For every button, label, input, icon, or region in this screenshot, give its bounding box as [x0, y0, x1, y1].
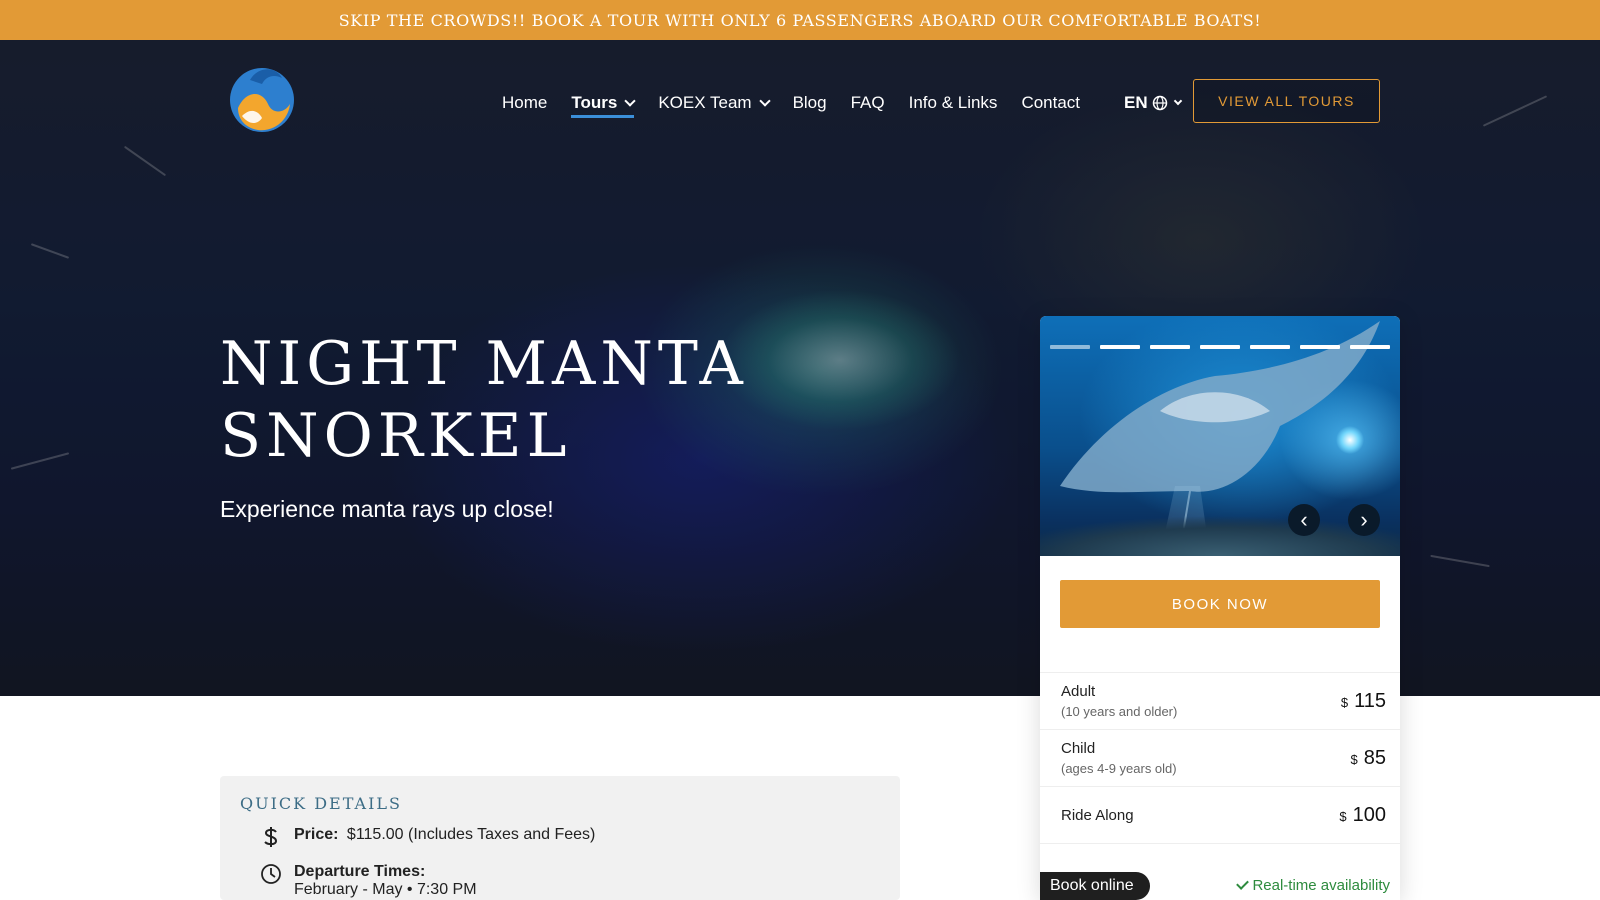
- dollar-icon: [260, 826, 282, 848]
- price-row-ride-along: Ride Along $ 100: [1040, 787, 1400, 844]
- currency-symbol: $: [1339, 808, 1347, 824]
- clock-icon: [260, 863, 282, 885]
- nav-item-info-links[interactable]: Info & Links: [909, 93, 998, 113]
- chevron-left-icon: ‹: [1300, 507, 1308, 532]
- nav-item-blog[interactable]: Blog: [793, 93, 827, 113]
- price-value: 100: [1352, 803, 1386, 826]
- slide-indicator[interactable]: [1300, 345, 1340, 349]
- nav-item-contact[interactable]: Contact: [1021, 93, 1080, 113]
- nav-label: Contact: [1021, 93, 1081, 112]
- quick-detail-price: Price: $115.00 (Includes Taxes and Fees): [260, 826, 595, 848]
- price-detail-value: $115.00 (Includes Taxes and Fees): [346, 826, 596, 843]
- reef-background: [1040, 496, 1400, 556]
- nav-label: KOEX Team: [658, 93, 752, 112]
- price-value: 115: [1354, 689, 1386, 712]
- quick-detail-departure: Departure Times: February - May • 7:30 P…: [260, 863, 477, 899]
- slide-indicator[interactable]: [1050, 345, 1090, 349]
- photo-gallery[interactable]: ‹ ›: [1040, 316, 1400, 556]
- booking-footer: Book online Real-time availability: [1040, 872, 1400, 900]
- slide-indicator[interactable]: [1200, 345, 1240, 349]
- price-note: (ages 4-9 years old): [1061, 761, 1177, 776]
- departure-detail-label: Departure Times:: [294, 863, 426, 880]
- price-row-child: Child (ages 4-9 years old) $ 85: [1040, 730, 1400, 787]
- gallery-prev-button[interactable]: ‹: [1288, 504, 1320, 536]
- price-row-adult: Adult (10 years and older) $ 115: [1040, 673, 1400, 730]
- chevron-down-icon: [758, 95, 771, 107]
- price-label: Adult: [1061, 683, 1096, 700]
- price-detail-label: Price:: [294, 826, 339, 843]
- price-note: (10 years and older): [1061, 704, 1178, 719]
- nav-label: Info & Links: [908, 93, 998, 112]
- promo-banner-text: Skip the Crowds!! Book a tour with only …: [338, 10, 1262, 30]
- language-label: EN: [1124, 93, 1148, 112]
- main-nav: Home Tours KOEX Team Blog FAQ Info & Lin…: [502, 88, 1182, 118]
- currency-symbol: $: [1350, 751, 1358, 767]
- title-line-2: Snorkel: [220, 401, 572, 471]
- slide-indicator[interactable]: [1250, 345, 1290, 349]
- price-label: Child: [1061, 740, 1096, 757]
- price-amount: $ 100: [1339, 804, 1386, 827]
- language-selector[interactable]: EN: [1124, 93, 1182, 113]
- price-value: 85: [1363, 746, 1386, 769]
- chevron-down-icon: [1173, 96, 1182, 106]
- quick-details-title: Quick Details: [240, 794, 402, 813]
- price-list: Adult (10 years and older) $ 115 Child (…: [1040, 672, 1400, 844]
- page-title: Night Manta Snorkel: [220, 328, 748, 472]
- nav-label: Tours: [571, 93, 618, 112]
- availability-indicator: Real-time availability: [1236, 877, 1390, 894]
- quick-details-panel: Quick Details Price: $115.00 (Includes T…: [220, 776, 900, 900]
- view-all-tours-label: View All Tours: [1218, 93, 1355, 109]
- nav-item-home[interactable]: Home: [502, 93, 547, 113]
- slide-indicators: [1050, 345, 1390, 349]
- nav-label: FAQ: [850, 93, 885, 112]
- chevron-down-icon: [624, 95, 636, 107]
- price-amount: $ 85: [1351, 747, 1386, 770]
- chevron-right-icon: ›: [1360, 507, 1368, 532]
- hero-subtitle: Experience manta rays up close!: [220, 496, 554, 522]
- company-logo[interactable]: [228, 60, 296, 136]
- slide-indicator[interactable]: [1150, 345, 1190, 349]
- nav-label: Blog: [792, 93, 827, 112]
- gallery-next-button[interactable]: ›: [1348, 504, 1380, 536]
- nav-label: Home: [502, 93, 548, 112]
- promo-banner: Skip the Crowds!! Book a tour with only …: [0, 0, 1600, 40]
- book-online-badge[interactable]: Book online: [1040, 872, 1150, 900]
- checkmark-icon: [1236, 877, 1250, 890]
- price-label: Ride Along: [1061, 806, 1134, 824]
- price-amount: $ 115: [1341, 690, 1386, 713]
- book-now-button[interactable]: Book Now: [1060, 580, 1380, 628]
- availability-label: Real-time availability: [1252, 877, 1390, 894]
- currency-symbol: $: [1340, 694, 1349, 710]
- slide-indicator[interactable]: [1100, 345, 1140, 349]
- departure-detail-value: February - May • 7:30 PM: [294, 881, 477, 898]
- booking-widget: ‹ › Book Now Adult (10 years and older) …: [1040, 316, 1400, 900]
- title-line-1: Night Manta: [220, 329, 748, 399]
- nav-item-koex-team[interactable]: KOEX Team: [658, 93, 771, 113]
- book-online-label: Book online: [1050, 877, 1134, 894]
- slide-indicator[interactable]: [1350, 345, 1390, 349]
- nav-item-faq[interactable]: FAQ: [851, 93, 885, 113]
- view-all-tours-button[interactable]: View All Tours: [1193, 79, 1380, 123]
- book-now-label: Book Now: [1171, 595, 1269, 613]
- globe-icon: [1152, 95, 1167, 111]
- nav-item-tours[interactable]: Tours: [571, 93, 636, 118]
